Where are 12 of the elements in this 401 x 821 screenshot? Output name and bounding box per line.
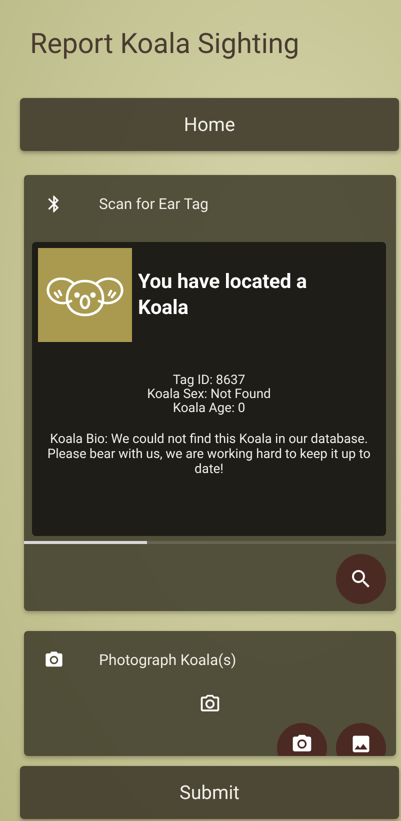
result-heading: You have located a Koala: [138, 268, 308, 321]
page-title: Report Koala Sighting: [30, 26, 300, 62]
home-button[interactable]: Home: [20, 98, 399, 151]
submit-button[interactable]: Submit: [20, 766, 399, 819]
search-button[interactable]: [336, 554, 386, 604]
section-label: Photograph Koala(s): [99, 651, 236, 669]
koala-detail: Tag ID: 8637: [172, 374, 246, 388]
koala-detail: Koala Age: 0: [172, 402, 246, 416]
section-label: Scan for Ear Tag: [99, 195, 208, 213]
image-icon: [350, 733, 372, 755]
koala-detail: Koala Sex: Not Found: [146, 388, 272, 402]
koala-bio: Koala Bio: We could not find this Koala in our database. Please bear with us, we are working hard to keep it up to date!: [46, 432, 372, 477]
